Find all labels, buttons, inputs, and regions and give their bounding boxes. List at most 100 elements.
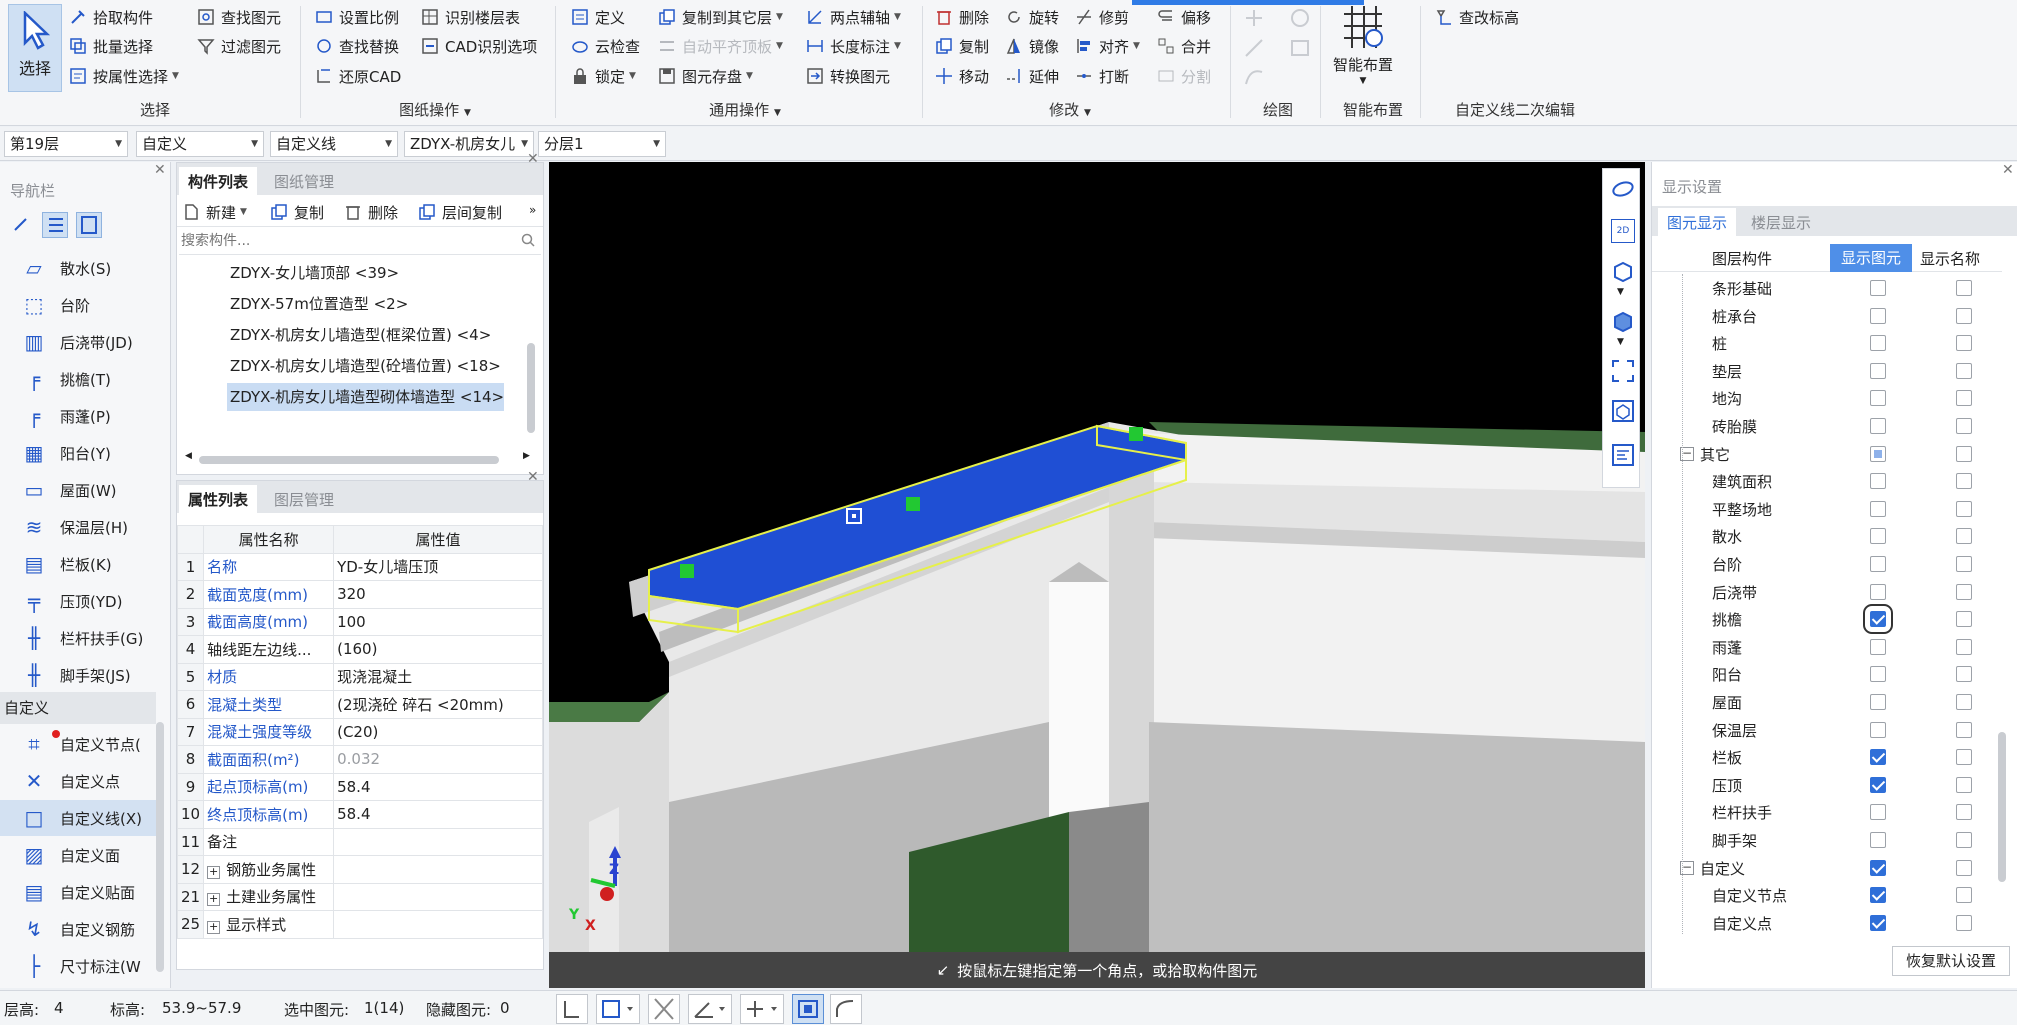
object-snap-toggle[interactable] — [792, 994, 824, 1024]
show-element-checkbox[interactable] — [1870, 528, 1886, 545]
show-element-checkbox[interactable] — [1870, 804, 1886, 821]
cad-options-button[interactable]: CAD识别选项 — [420, 33, 537, 59]
pin-icon[interactable] — [10, 214, 32, 236]
length-dim-button[interactable]: 长度标注 ▼ — [805, 33, 901, 59]
show-element-checkbox[interactable] — [1870, 859, 1886, 876]
extend-button[interactable]: 延伸 — [1004, 63, 1059, 89]
floor-select[interactable]: 第19层 ▼ — [4, 131, 128, 157]
property-row[interactable]: 11 备注 — [176, 827, 543, 856]
nav-item[interactable]: ▥ 后浇带(JD) — [0, 324, 160, 360]
show-name-checkbox[interactable] — [1956, 638, 1972, 655]
define-button[interactable]: 定义 — [570, 4, 625, 30]
tab-layer-management[interactable]: 图层管理 — [265, 485, 344, 513]
show-name-checkbox[interactable] — [1956, 445, 1972, 462]
component-select[interactable]: ZDYX-机房女儿 ▼ — [404, 131, 534, 157]
display-scrollbar[interactable] — [1998, 732, 2006, 882]
property-row[interactable]: 2 截面宽度(mm) 320 — [176, 580, 543, 609]
property-value[interactable]: (C20) — [333, 717, 543, 746]
property-row[interactable]: 9 起点顶标高(m) 58.4 — [176, 772, 543, 801]
lock-button[interactable]: 锁定 ▼ — [570, 63, 636, 89]
show-element-checkbox[interactable] — [1870, 666, 1886, 683]
close-icon[interactable]: ✕ — [154, 162, 166, 178]
subtype-select[interactable]: 自定义线 ▼ — [270, 131, 398, 157]
component-hscrollbar[interactable]: ◀ ▶ — [185, 451, 535, 465]
expand-plus-icon[interactable]: + — [207, 893, 221, 907]
nav-custom-item[interactable]: ✕ 自定义点 — [0, 763, 156, 799]
property-value[interactable]: 58.4 — [333, 772, 543, 801]
nav-item[interactable]: ▭ 屋面(W) — [0, 472, 160, 508]
show-name-checkbox[interactable] — [1956, 721, 1972, 738]
property-row[interactable]: 10 终点顶标高(m) 58.4 — [176, 800, 543, 829]
nav-item[interactable]: ╒ 挑檐(T) — [0, 361, 160, 397]
component-list-item[interactable]: ZDYX-机房女儿墙造型(框梁位置) <4> — [230, 321, 491, 349]
show-name-checkbox[interactable] — [1956, 335, 1972, 352]
component-search[interactable] — [179, 229, 541, 255]
show-name-checkbox[interactable] — [1956, 832, 1972, 848]
header-show-element[interactable]: 显示图元 — [1830, 244, 1912, 272]
show-name-checkbox[interactable] — [1956, 528, 1972, 545]
show-name-checkbox[interactable] — [1956, 887, 1972, 904]
grip-mid[interactable] — [906, 497, 920, 511]
property-value[interactable] — [333, 855, 543, 884]
restore-default-button[interactable]: 恢复默认设置 — [1892, 946, 2010, 976]
show-element-checkbox[interactable] — [1870, 721, 1886, 738]
show-name-checkbox[interactable] — [1956, 280, 1972, 296]
show-name-checkbox[interactable] — [1956, 500, 1972, 517]
nav-item[interactable]: ╫ 栏杆扶手(G) — [0, 620, 160, 656]
fit-view-icon[interactable] — [1611, 359, 1635, 387]
show-element-checkbox[interactable] — [1870, 832, 1886, 848]
more-icon[interactable]: » — [529, 203, 536, 217]
property-row[interactable]: 5 材质 现浇混凝土 — [176, 662, 543, 691]
nav-item[interactable]: ╒ 雨蓬(P) — [0, 398, 160, 434]
nav-item[interactable]: ▱ 散水(S) — [0, 250, 160, 286]
offset-button[interactable]: 偏移 — [1156, 4, 1211, 30]
show-element-checkbox[interactable] — [1870, 776, 1886, 793]
show-element-checkbox[interactable] — [1870, 307, 1886, 324]
nav-custom-item[interactable]: ├ 尺寸标注(W — [0, 948, 156, 984]
copy-component-button[interactable]: 复制 — [269, 199, 324, 225]
property-value[interactable]: 320 — [333, 580, 543, 609]
show-element-checkbox[interactable] — [1870, 473, 1886, 490]
nav-item[interactable]: ▦ 阳台(Y) — [0, 435, 160, 471]
chevron-down-icon[interactable]: ▼ — [1617, 287, 1624, 297]
show-element-checkbox[interactable] — [1870, 583, 1886, 600]
nav-custom-item[interactable]: ▨ 自定义面 — [0, 837, 156, 873]
identify-floor-table-button[interactable]: 识别楼层表 — [420, 4, 520, 30]
angle-toggle[interactable] — [688, 994, 732, 1024]
batch-select-button[interactable]: 批量选择 — [68, 33, 153, 59]
show-element-checkbox[interactable] — [1870, 556, 1886, 572]
arc-toggle[interactable] — [830, 994, 862, 1024]
show-name-checkbox[interactable] — [1956, 804, 1972, 821]
new-component-button[interactable]: 新建 ▼ — [181, 199, 247, 225]
property-value[interactable] — [333, 827, 543, 856]
component-list-item[interactable]: ZDYX-女儿墙顶部 <39> — [230, 259, 399, 287]
solid-box-icon[interactable] — [1611, 309, 1635, 337]
nav-custom-item[interactable]: ⌗ 自定义节点( — [0, 726, 156, 762]
offset-input-toggle[interactable] — [740, 994, 784, 1024]
copy-to-other-layer-button[interactable]: 复制到其它层 ▼ — [657, 4, 783, 30]
auto-flush-top-button[interactable]: 自动平齐顶板 ▼ — [657, 33, 783, 59]
3d-viewport[interactable]: Z Y X ↙ 按鼠标左键指定第一个角点，或拾取构件图元 — [549, 162, 1645, 988]
show-element-checkbox[interactable] — [1870, 887, 1886, 904]
property-row[interactable]: 7 混凝土强度等级 (C20) — [176, 717, 543, 746]
layer-select[interactable]: 分层1 ▼ — [538, 131, 666, 157]
property-value[interactable] — [333, 910, 543, 939]
nav-scrollbar[interactable] — [156, 722, 164, 972]
show-element-checkbox[interactable] — [1870, 445, 1886, 462]
align-button[interactable]: 对齐 ▼ — [1074, 33, 1140, 59]
show-name-checkbox[interactable] — [1956, 362, 1972, 379]
set-scale-button[interactable]: 设置比例 — [314, 4, 399, 30]
nav-item[interactable]: ≋ 保温层(H) — [0, 509, 160, 545]
property-row[interactable]: 8 截面面积(m²) 0.032 — [176, 745, 543, 774]
pick-component-button[interactable]: 拾取构件 — [68, 4, 153, 30]
tab-component-list[interactable]: 构件列表 — [179, 167, 258, 195]
show-element-checkbox[interactable] — [1870, 390, 1886, 407]
display-settings-icon[interactable] — [1611, 443, 1635, 471]
show-element-checkbox[interactable] — [1870, 914, 1886, 931]
show-element-checkbox[interactable] — [1870, 749, 1886, 766]
chevron-down-icon[interactable]: ▼ — [774, 108, 781, 118]
mirror-button[interactable]: 镜像 — [1004, 33, 1059, 59]
smart-layout-button[interactable]: 智能布置 ▼ — [1328, 4, 1398, 94]
nav-custom-item[interactable]: ▤ 自定义贴面 — [0, 874, 156, 910]
cross-snap-toggle[interactable] — [648, 994, 680, 1024]
